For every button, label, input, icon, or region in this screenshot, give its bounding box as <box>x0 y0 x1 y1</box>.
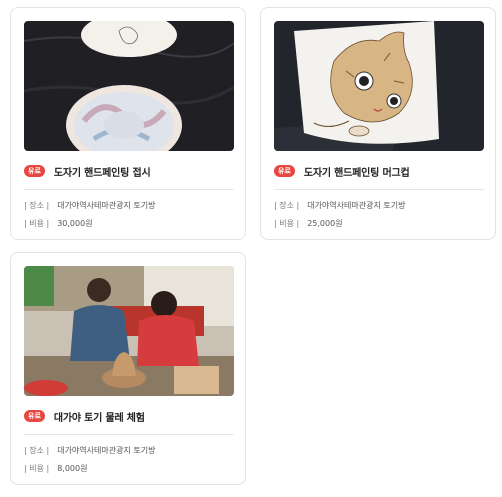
paid-badge: 유료 <box>24 165 45 177</box>
place-label: | 장소 | <box>24 200 50 210</box>
divider <box>274 189 484 190</box>
place-label: | 장소 | <box>274 200 300 210</box>
program-card-pottery-wheel[interactable]: 유료 대가야 토기 물레 체험 | 장소 | 대가야역사테마관광지 토기방 | … <box>10 252 246 485</box>
card-title[interactable]: 도자기 핸드페인팅 머그컵 <box>304 164 410 179</box>
card-thumbnail[interactable] <box>24 266 234 396</box>
paid-badge: 유료 <box>274 165 295 177</box>
card-title[interactable]: 도자기 핸드페인팅 접시 <box>54 164 151 179</box>
paid-badge: 유료 <box>24 410 45 422</box>
cat-painted-mug-photo <box>274 21 484 151</box>
cost-value: 8,000원 <box>57 463 88 473</box>
cost-label: | 비용 | <box>24 218 50 228</box>
place-row: | 장소 | 대가야역사테마관광지 토기방 <box>24 443 234 457</box>
cost-label: | 비용 | <box>274 218 300 228</box>
painted-ceramic-plates-photo <box>24 21 234 151</box>
card-thumbnail[interactable] <box>274 21 484 151</box>
place-value: 대가야역사테마관광지 토기방 <box>57 200 156 210</box>
divider <box>24 434 234 435</box>
cost-label: | 비용 | <box>24 463 50 473</box>
card-thumbnail[interactable] <box>24 21 234 151</box>
card-title[interactable]: 대가야 토기 물레 체험 <box>54 409 145 424</box>
program-card-mug[interactable]: 유료 도자기 핸드페인팅 머그컵 | 장소 | 대가야역사테마관광지 토기방 |… <box>260 7 496 240</box>
cost-row: | 비용 | 30,000원 <box>24 216 234 230</box>
place-row: | 장소 | 대가야역사테마관광지 토기방 <box>24 198 234 212</box>
place-value: 대가야역사테마관광지 토기방 <box>57 445 156 455</box>
place-row: | 장소 | 대가야역사테마관광지 토기방 <box>274 198 484 212</box>
divider <box>24 189 234 190</box>
pottery-wheel-experience-photo <box>24 266 234 396</box>
cost-value: 25,000원 <box>307 218 343 228</box>
place-value: 대가야역사테마관광지 토기방 <box>307 200 406 210</box>
cost-row: | 비용 | 8,000원 <box>24 461 234 475</box>
place-label: | 장소 | <box>24 445 50 455</box>
cost-value: 30,000원 <box>57 218 93 228</box>
program-card-plate[interactable]: 유료 도자기 핸드페인팅 접시 | 장소 | 대가야역사테마관광지 토기방 | … <box>10 7 246 240</box>
cost-row: | 비용 | 25,000원 <box>274 216 484 230</box>
